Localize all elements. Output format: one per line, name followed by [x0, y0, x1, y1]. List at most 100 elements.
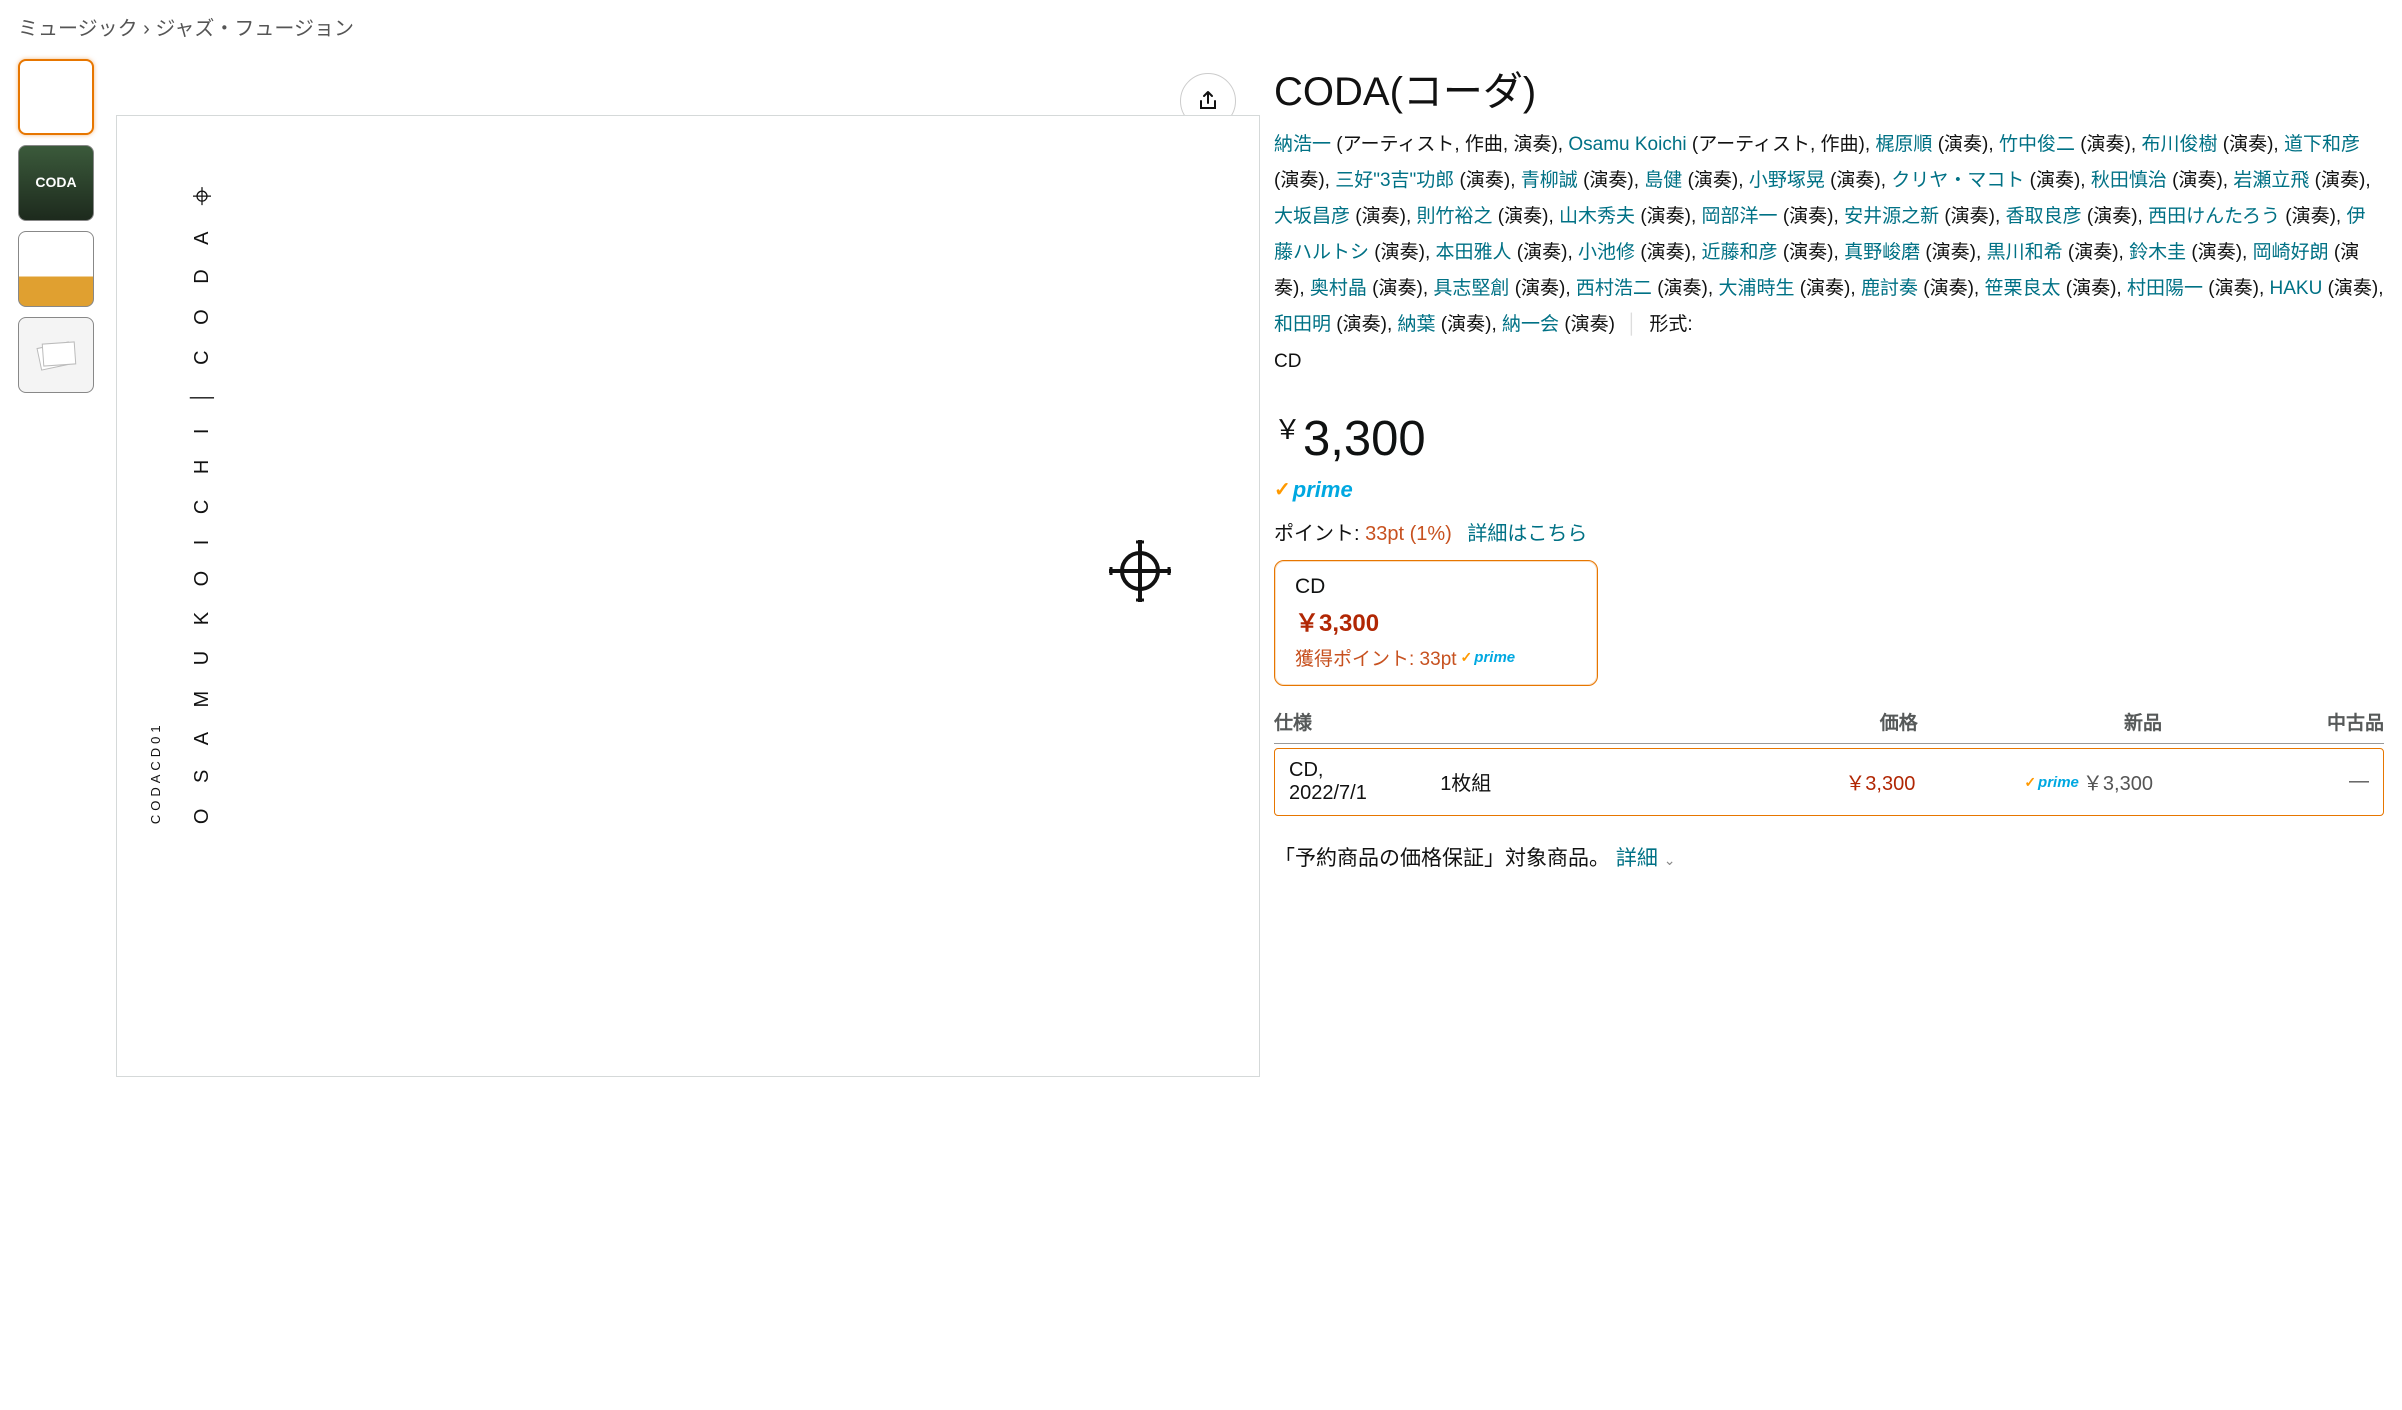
contributor-role: (演奏)	[1454, 170, 1510, 191]
thumbnail-list: CODA	[18, 59, 102, 1077]
format-card[interactable]: CD ￥3,300 獲得ポイント: 33pt ✓prime	[1274, 560, 1598, 686]
points-row: ポイント: 33pt (1%) 詳細はこちら	[1274, 517, 2384, 546]
contributor-link[interactable]: 鈴木圭	[2129, 242, 2186, 263]
format-value: CD	[1274, 351, 1301, 372]
currency-symbol: ￥	[1274, 415, 1301, 445]
contributor-role: (演奏)	[1918, 278, 1974, 299]
spec-row-discs: 1枚組	[1440, 767, 1678, 796]
contributor-role: (演奏)	[1493, 206, 1549, 227]
contributor-link[interactable]: 岡部洋一	[1702, 206, 1778, 227]
thumbnail-4[interactable]	[18, 317, 94, 393]
thumbnail-3[interactable]	[18, 231, 94, 307]
breadcrumb-sep: ›	[143, 18, 150, 40]
thumbnail-1[interactable]	[18, 59, 94, 135]
contributor-role: (演奏)	[1778, 206, 1834, 227]
contributor-link[interactable]: 納一会	[1502, 314, 1559, 335]
contributor-link[interactable]: 本田雅人	[1436, 242, 1512, 263]
price: ￥3,300	[1274, 408, 2384, 467]
contributor-role: (演奏)	[1350, 206, 1406, 227]
contributor-link[interactable]: 真野峻磨	[1844, 242, 1920, 263]
contributor-role: (演奏)	[2203, 278, 2259, 299]
contributor-link[interactable]: 具志堅創	[1433, 278, 1509, 299]
points-detail-link[interactable]: 詳細はこちら	[1467, 523, 1587, 545]
contributor-link[interactable]: 道下和彦	[2284, 134, 2360, 155]
thumbnail-2[interactable]: CODA	[18, 145, 94, 221]
contributor-role: (演奏)	[2217, 134, 2273, 155]
contributor-role: (演奏)	[2075, 134, 2131, 155]
contributor-link[interactable]: 岡崎好朗	[2253, 242, 2329, 263]
breadcrumb-category-music[interactable]: ミュージック	[18, 18, 138, 40]
contributor-role: (演奏)	[2082, 206, 2138, 227]
contributor-link[interactable]: 奥村晶	[1310, 278, 1367, 299]
format-card-earn: 獲得ポイント: 33pt	[1295, 644, 1457, 671]
contributor-link[interactable]: 鹿討奏	[1861, 278, 1918, 299]
contributor-link[interactable]: 布川俊樹	[2141, 134, 2217, 155]
contributor-link[interactable]: 村田陽一	[2127, 278, 2203, 299]
contributor-role: (演奏)	[1920, 242, 1976, 263]
contributor-role: (演奏)	[1652, 278, 1708, 299]
contributor-link[interactable]: 安井源之新	[1844, 206, 1939, 227]
spec-row-date: 2022/7/1	[1289, 782, 1440, 805]
preorder-detail-link[interactable]: 詳細 ⌄	[1616, 847, 1676, 870]
contributor-link[interactable]: クリヤ・マコト	[1891, 170, 2024, 191]
contributor-link[interactable]: 香取良彦	[2006, 206, 2082, 227]
contributor-link[interactable]: 小野塚晃	[1749, 170, 1825, 191]
spine-artist: O S A M U K O I C H I	[191, 419, 213, 825]
prime-badge-small: ✓prime	[2024, 770, 2079, 793]
contributor-link[interactable]: 竹中俊二	[1999, 134, 2075, 155]
contributor-link[interactable]: 梶原順	[1875, 134, 1932, 155]
contributor-link[interactable]: 島健	[1644, 170, 1682, 191]
contributor-link[interactable]: 納葉	[1398, 314, 1436, 335]
contributor-link[interactable]: 西田けんたろう	[2148, 206, 2280, 227]
contributor-link[interactable]: 岩瀬立飛	[2233, 170, 2309, 191]
format-label: 形式:	[1644, 314, 1693, 335]
preorder-guarantee: 「予約商品の価格保証」対象商品。 詳細 ⌄	[1274, 842, 2384, 872]
contributor-link[interactable]: 則竹裕之	[1417, 206, 1493, 227]
contributor-link[interactable]: 黒川和希	[1987, 242, 2063, 263]
contributor-role: (演奏)	[1778, 242, 1834, 263]
contributor-link[interactable]: 山木秀夫	[1559, 206, 1635, 227]
contributor-link[interactable]: 近藤和彦	[1702, 242, 1778, 263]
breadcrumb-category-jazz[interactable]: ジャズ・フュージョン	[155, 18, 354, 40]
product-title: CODA(コーダ)	[1274, 67, 2384, 117]
contributor-role: (アーティスト, 作曲)	[1687, 134, 1865, 155]
spec-header-new: 新品	[1918, 708, 2162, 735]
contributor-role: (演奏)	[1635, 242, 1691, 263]
preorder-text: 「予約商品の価格保証」対象商品。	[1274, 847, 1610, 870]
spine-catno: CODACD01	[148, 721, 163, 824]
contributor-link[interactable]: 小池修	[1578, 242, 1635, 263]
contributor-role: (演奏)	[1367, 278, 1423, 299]
contributor-link[interactable]: 西村浩二	[1576, 278, 1652, 299]
contributor-link[interactable]: 和田明	[1274, 314, 1331, 335]
contributor-link[interactable]: 納浩一	[1274, 134, 1331, 155]
contributor-link[interactable]: 秋田慎治	[2091, 170, 2167, 191]
contributor-role: (演奏)	[1509, 278, 1565, 299]
spec-header-price: 価格	[1674, 708, 1918, 735]
spec-row[interactable]: CD, 2022/7/1 1枚組 ￥3,300 ✓prime ￥3,300 —	[1274, 748, 2384, 816]
spec-header-used: 中古品	[2162, 708, 2384, 735]
contributor-role: (演奏)	[1369, 242, 1425, 263]
chevron-down-icon: ⌄	[1664, 852, 1676, 868]
contributor-role: (演奏)	[2024, 170, 2080, 191]
contributor-role: (アーティスト, 作曲, 演奏)	[1331, 134, 1558, 155]
spec-row-new-price: ￥3,300	[2083, 767, 2153, 796]
price-value: 3,300	[1303, 412, 1426, 466]
contributor-link[interactable]: 大坂昌彦	[1274, 206, 1350, 227]
points-label: ポイント:	[1274, 523, 1360, 545]
main-product-image[interactable]: O S A M U K O I C H I │ C O D A CODACD01	[116, 115, 1260, 1077]
contributor-role: (演奏)	[2167, 170, 2223, 191]
contributor-link[interactable]: 大浦時生	[1718, 278, 1794, 299]
share-icon	[1196, 89, 1220, 113]
contributor-link[interactable]: HAKU	[2270, 278, 2323, 299]
contributor-link[interactable]: Osamu Koichi	[1568, 134, 1686, 155]
spec-row-price: ￥3,300	[1678, 767, 1916, 796]
format-card-price: ￥3,300	[1295, 603, 1577, 638]
contributor-link[interactable]: 笹栗良太	[1984, 278, 2060, 299]
prime-badge-small: ✓prime	[1461, 646, 1516, 668]
prime-badge: ✓prime	[1274, 477, 1353, 503]
contributor-link[interactable]: 青柳誠	[1521, 170, 1578, 191]
cd-placeholder-icon	[31, 335, 81, 375]
contributor-link[interactable]: 三好"3吉"功郎	[1335, 170, 1454, 191]
thumbnail-2-label: CODA	[35, 175, 76, 190]
spec-header-spec: 仕様	[1274, 708, 1674, 735]
